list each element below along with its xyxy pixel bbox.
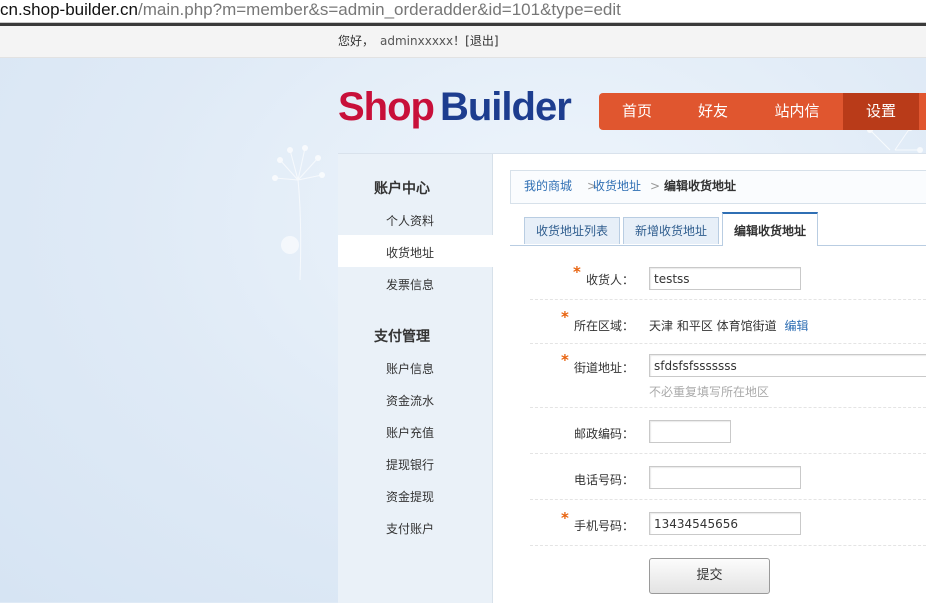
logo-builder: Builder [439,85,572,129]
phone-input[interactable] [649,466,801,489]
row-divider [530,499,926,500]
recipient-input[interactable]: testss [649,267,801,290]
required-mark: * [561,509,569,527]
submit-button[interactable]: 提交 [649,558,770,594]
tab-baseline [510,245,926,246]
sidebar-item-withdraw-bank[interactable]: 提现银行 [386,456,434,473]
row-divider [530,453,926,454]
logout-link[interactable]: [退出] [465,34,498,48]
required-mark: * [573,263,581,281]
url-host: cn.shop-builder.cn [0,0,138,19]
street-label: 街道地址： [574,361,635,375]
mobile-input[interactable]: 13434545656 [649,512,801,535]
postcode-input[interactable] [649,420,731,443]
user-bar: 您好， adminxxxxx！[退出] [0,26,926,58]
sidebar-item-fund-flow[interactable]: 资金流水 [386,392,434,409]
sidebar-item-recharge[interactable]: 账户充值 [386,424,434,441]
sidebar-item-invoice[interactable]: 发票信息 [386,276,434,293]
region-value: 天津 和平区 体育馆街道 编辑 [649,317,808,334]
sidebar-item-account-info[interactable]: 账户信息 [386,360,434,377]
postcode-label: 邮政编码： [574,427,635,441]
street-input[interactable]: sfdsfsfsssssss [649,354,926,377]
recipient-label: 收货人： [586,273,635,287]
sidebar-item-address[interactable]: 收货地址 [386,244,434,261]
nav-item-settings[interactable]: 设置 [843,93,919,130]
required-mark: * [561,351,569,369]
tab-edit-address[interactable]: 编辑收货地址 [722,212,818,246]
sidebar-item-withdraw[interactable]: 资金提现 [386,488,434,505]
main-nav: 首页 好友 站内信 设置 [599,93,926,130]
logo-shop: Shop [338,85,435,129]
sidebar-item-pay-account[interactable]: 支付账户 [386,520,434,537]
breadcrumb-address[interactable]: 收货地址 [593,171,641,201]
breadcrumb-mall[interactable]: 我的商城 [524,171,572,201]
sidebar: 账户中心 个人资料 收货地址 发票信息 支付管理 账户信息 资金流水 账户充值 … [338,154,493,603]
greeting-exclaim: ！ [453,34,466,48]
phone-label: 电话号码： [574,473,635,487]
region-label: 所在区域： [574,319,635,333]
required-mark: * [561,308,569,326]
nav-item-friends[interactable]: 好友 [675,93,751,130]
street-hint: 不必重复填写所在地区 [649,385,770,399]
breadcrumb-current: 编辑收货地址 [664,179,737,193]
row-divider [530,545,926,546]
url-path: /main.php?m=member&s=admin_orderadder&id… [137,0,621,19]
shopbuilder-logo[interactable]: Shop Builder [338,84,572,130]
content-area: 账户中心 个人资料 收货地址 发票信息 支付管理 账户信息 资金流水 账户充值 … [338,153,926,603]
nav-item-home[interactable]: 首页 [599,93,675,130]
breadcrumb: 我的商城 > 收货地址 > 编辑收货地址 [510,170,926,204]
browser-address-bar[interactable]: cn.shop-builder.cn/main.php?m=member&s=a… [0,0,926,23]
tab-address-list[interactable]: 收货地址列表 [524,217,620,244]
username: adminxxxxx [380,34,454,48]
mobile-label: 手机号码： [574,519,635,533]
greeting-text: 您好， [338,34,375,48]
row-divider [530,299,926,300]
dandelion-decoration-icon [272,145,325,280]
row-divider [530,407,926,408]
tab-new-address[interactable]: 新增收货地址 [623,217,719,244]
sidebar-item-profile[interactable]: 个人资料 [386,212,434,229]
sidebar-heading-payment: 支付管理 [374,329,430,345]
nav-item-messages[interactable]: 站内信 [751,93,843,130]
tab-bar: 收货地址列表 新增收货地址 编辑收货地址 [524,212,926,246]
region-text: 天津 和平区 体育馆街道 [649,319,777,333]
row-divider [530,343,926,344]
sidebar-heading-account: 账户中心 [374,181,430,197]
breadcrumb-separator: > [650,179,661,193]
region-edit-link[interactable]: 编辑 [784,319,808,333]
